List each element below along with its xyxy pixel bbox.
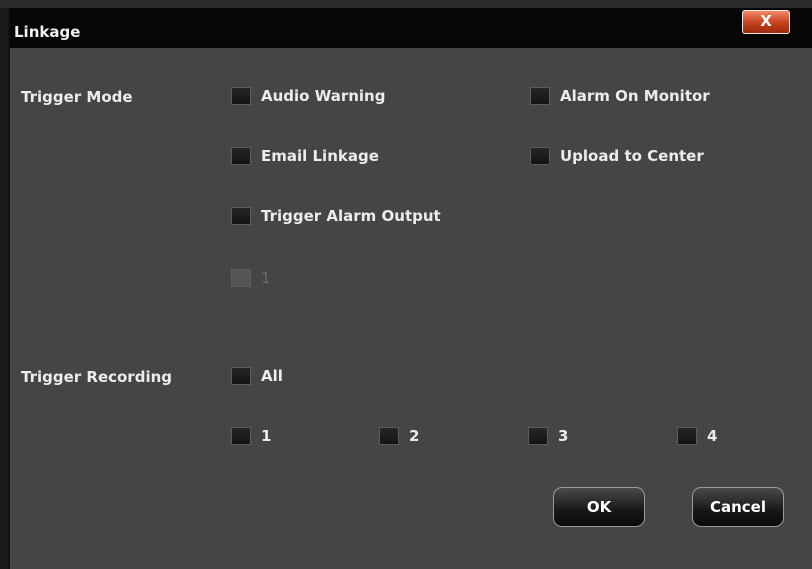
audio-warning-label: Audio Warning [261, 87, 386, 105]
trigger-alarm-output-label: Trigger Alarm Output [261, 207, 441, 225]
close-button[interactable]: X [742, 10, 790, 34]
audio-warning-checkbox[interactable] [231, 87, 251, 105]
ok-button[interactable]: OK [553, 487, 645, 527]
recording-all-checkbox[interactable] [231, 367, 251, 385]
recording-channel-1-label: 1 [261, 427, 272, 445]
recording-channel-2-checkbox[interactable] [379, 427, 399, 445]
recording-channel-4-label: 4 [707, 427, 718, 445]
trigger-recording-label: Trigger Recording [21, 368, 173, 386]
recording-all-option[interactable]: All [231, 367, 283, 385]
alarm-on-monitor-option[interactable]: Alarm On Monitor [530, 87, 710, 105]
recording-channel-3-label: 3 [558, 427, 569, 445]
recording-channel-1-checkbox[interactable] [231, 427, 251, 445]
trigger-mode-label: Trigger Mode [21, 88, 133, 106]
email-linkage-label: Email Linkage [261, 147, 379, 165]
recording-channel-2-option[interactable]: 2 [379, 427, 419, 445]
recording-channel-4-option[interactable]: 4 [677, 427, 717, 445]
page: Linkage X Trigger Mode Audio Warning Ala… [0, 0, 812, 569]
recording-channel-1-option[interactable]: 1 [231, 427, 271, 445]
cancel-button[interactable]: Cancel [692, 487, 784, 527]
title-bar: Linkage X [10, 8, 812, 48]
close-icon: X [760, 12, 772, 30]
alarm-output-1-label: 1 [261, 269, 271, 287]
recording-channel-3-checkbox[interactable] [528, 427, 548, 445]
trigger-alarm-output-option[interactable]: Trigger Alarm Output [231, 207, 441, 225]
upload-to-center-checkbox[interactable] [530, 147, 550, 165]
dialog-title: Linkage [14, 23, 81, 41]
alarm-output-1-checkbox [231, 269, 251, 287]
upload-to-center-option[interactable]: Upload to Center [530, 147, 704, 165]
background-window-strip [0, 0, 812, 8]
alarm-output-1-option: 1 [231, 269, 271, 287]
alarm-on-monitor-checkbox[interactable] [530, 87, 550, 105]
upload-to-center-label: Upload to Center [560, 147, 704, 165]
recording-channel-2-label: 2 [409, 427, 420, 445]
recording-channel-4-checkbox[interactable] [677, 427, 697, 445]
email-linkage-checkbox[interactable] [231, 147, 251, 165]
recording-channel-3-option[interactable]: 3 [528, 427, 568, 445]
recording-all-label: All [261, 367, 283, 385]
alarm-on-monitor-label: Alarm On Monitor [560, 87, 710, 105]
email-linkage-option[interactable]: Email Linkage [231, 147, 379, 165]
trigger-alarm-output-checkbox[interactable] [231, 207, 251, 225]
audio-warning-option[interactable]: Audio Warning [231, 87, 385, 105]
linkage-dialog: Linkage X Trigger Mode Audio Warning Ala… [8, 8, 812, 569]
